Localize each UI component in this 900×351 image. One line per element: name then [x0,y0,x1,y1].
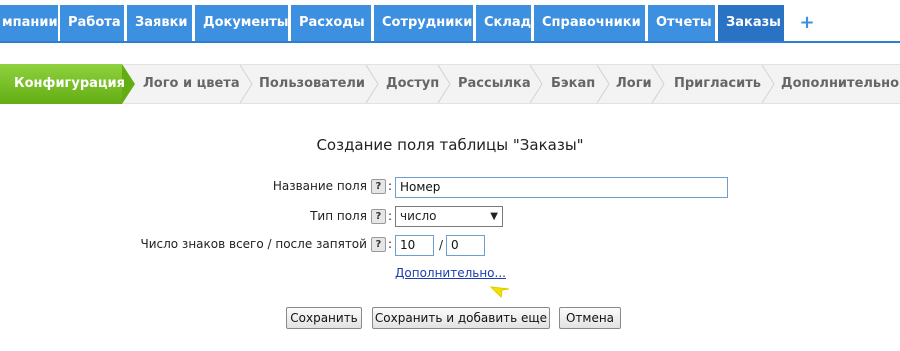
step-separator [239,65,253,103]
label-colon: : [387,237,392,251]
step-configuration[interactable]: Конфигурация [0,64,135,104]
additional-options-link[interactable]: Дополнительно... [395,266,506,280]
tab-directories[interactable]: Справочники [534,5,645,41]
field-type-label: Тип поля [310,209,367,223]
step-logo-colors[interactable]: Лого и цвета [143,65,240,103]
step-separator [596,65,610,103]
cursor-pointer-icon [489,286,510,299]
step-separator [529,65,543,103]
help-icon[interactable]: ? [370,237,386,252]
help-icon[interactable]: ? [370,179,386,194]
field-type-value: число [400,209,437,223]
step-users[interactable]: Пользователи [259,65,365,103]
field-name-input[interactable]: Номер [395,177,728,198]
step-access[interactable]: Доступ [386,65,439,103]
digits-slash: / [439,238,444,252]
step-mailing[interactable]: Рассылка [458,65,531,103]
settings-steps: Лого и цвета Пользователи Доступ Рассылк… [0,64,900,104]
save-and-add-button[interactable]: Сохранить и добавить еще [372,307,550,329]
tab-orders[interactable]: Заказы [718,5,784,41]
step-separator [651,65,665,103]
step-additional[interactable]: Дополнительно [781,65,899,103]
field-name-label: Название поля [272,179,367,193]
step-separator [365,65,379,103]
field-type-select[interactable]: число ▼ [395,206,503,227]
label-colon: : [387,179,392,193]
label-colon: : [387,209,392,223]
cancel-button[interactable]: Отмена [559,307,621,329]
tab-warehouse[interactable]: Склад [476,5,531,41]
field-type-label-row: Тип поля?: [310,209,392,224]
step-configuration-label: Конфигурация [14,76,125,91]
digits-decimal-input[interactable]: 0 [446,235,485,256]
step-separator [437,65,451,103]
tab-requests[interactable]: Заявки [127,5,192,41]
step-separator [761,65,775,103]
form-title: Создание поля таблицы "Заказы" [316,136,584,154]
digits-label-row: Число знаков всего / после запятой?: [140,237,392,252]
step-logs[interactable]: Логи [616,65,652,103]
step-backup[interactable]: Бэкап [551,65,595,103]
digits-total-input[interactable]: 10 [395,235,434,256]
tab-companies[interactable]: мпании [0,5,58,41]
digits-label: Число знаков всего / после запятой [140,237,367,251]
chevron-down-icon: ▼ [490,211,498,222]
top-navigation: мпании Работа Заявки Документы Расходы С… [0,0,900,43]
tab-reports[interactable]: Отчеты [648,5,715,41]
tab-expenses[interactable]: Расходы [291,5,371,41]
help-icon[interactable]: ? [370,209,386,224]
tab-documents[interactable]: Документы [195,5,288,41]
step-invite[interactable]: Пригласить [674,65,761,103]
tab-work[interactable]: Работа [60,5,124,41]
add-tab-button[interactable]: + [792,5,822,41]
step-separators [239,65,775,103]
field-name-label-row: Название поля?: [273,179,392,194]
tab-employees[interactable]: Сотрудники [374,5,473,41]
save-button[interactable]: Сохранить [286,307,362,329]
